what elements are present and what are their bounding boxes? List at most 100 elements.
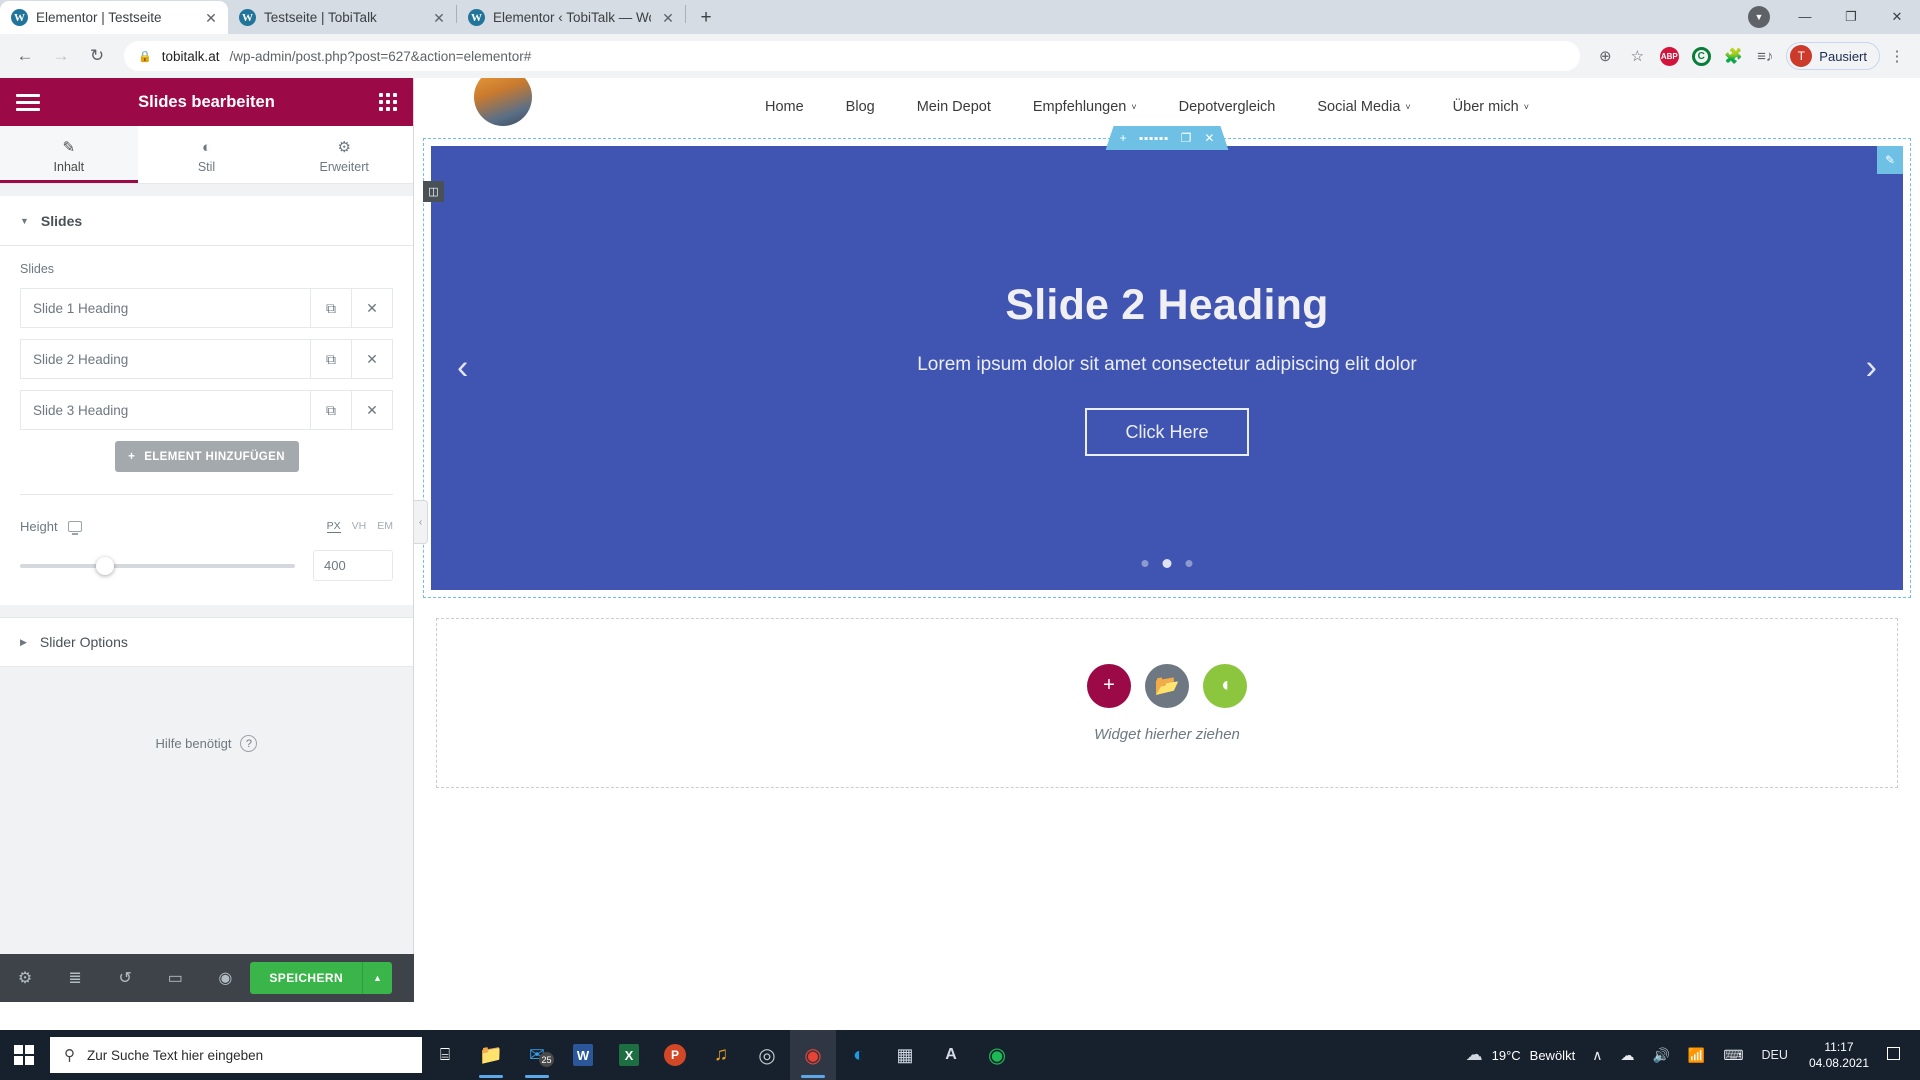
height-slider[interactable] bbox=[20, 556, 295, 575]
slide-title[interactable]: Slide 1 Heading bbox=[21, 289, 310, 327]
unit-px[interactable]: PX bbox=[326, 520, 341, 533]
save-options-icon[interactable]: ▲ bbox=[362, 962, 393, 994]
taskbar-word[interactable]: W bbox=[560, 1030, 606, 1080]
slide-cta-button[interactable]: Click Here bbox=[1085, 407, 1249, 456]
preview-icon[interactable]: ◉ bbox=[200, 954, 250, 1002]
slide-row-2[interactable]: Slide 2 Heading ⧉ ✕ bbox=[20, 339, 393, 379]
add-item-button[interactable]: + ELEMENT HINZUFÜGEN bbox=[114, 441, 299, 472]
browser-menu-icon[interactable]: ⋮ bbox=[1882, 41, 1912, 71]
hamburger-icon[interactable] bbox=[16, 93, 40, 111]
notifications-icon[interactable] bbox=[1881, 1046, 1914, 1064]
remove-icon[interactable]: ✕ bbox=[351, 340, 392, 378]
slider-dot-1[interactable] bbox=[1141, 560, 1149, 567]
column-handle-icon[interactable]: ◫ bbox=[423, 181, 444, 202]
taskbar-powerpoint[interactable]: P bbox=[652, 1030, 698, 1080]
slide-row-3[interactable]: Slide 3 Heading ⧉ ✕ bbox=[20, 390, 393, 430]
nav-item-ueber-mich[interactable]: Über mich ˅ bbox=[1453, 99, 1529, 115]
taskbar-mail[interactable]: ✉ 25 bbox=[514, 1030, 560, 1080]
help-row[interactable]: Hilfe benötigt ? bbox=[0, 735, 413, 752]
duplicate-icon[interactable]: ⧉ bbox=[310, 340, 351, 378]
slide-row-1[interactable]: Slide 1 Heading ⧉ ✕ bbox=[20, 288, 393, 328]
slider-dot-3[interactable] bbox=[1185, 560, 1193, 567]
widget-dropzone[interactable]: + 📂 ◖ Widget hierher ziehen bbox=[436, 618, 1898, 788]
weather-widget[interactable]: ☁ 19°C Bewölkt bbox=[1452, 1045, 1584, 1065]
add-template-button[interactable]: 📂 bbox=[1145, 663, 1189, 708]
slider-prev-arrow[interactable]: ‹ bbox=[457, 349, 468, 388]
unit-em[interactable]: EM bbox=[377, 520, 393, 533]
taskbar-audacity[interactable]: ♫ bbox=[698, 1030, 744, 1080]
close-tab-icon[interactable]: ✕ bbox=[430, 9, 448, 27]
tab-erweitert[interactable]: ⚙ Erweitert bbox=[275, 126, 413, 183]
browser-tab-1[interactable]: W Elementor | Testseite ✕ bbox=[0, 1, 228, 34]
unit-vh[interactable]: VH bbox=[352, 520, 367, 533]
desktop-icon[interactable] bbox=[67, 521, 82, 535]
add-section-icon[interactable]: + bbox=[1120, 131, 1127, 145]
taskbar-chrome[interactable]: ◉ bbox=[790, 1030, 836, 1080]
start-button[interactable] bbox=[0, 1030, 48, 1080]
slider-next-arrow[interactable]: › bbox=[1866, 349, 1877, 388]
network-icon[interactable]: 📶 bbox=[1679, 1030, 1714, 1080]
browser-tab-3[interactable]: W Elementor ‹ TobiTalk — WordPre ✕ bbox=[457, 1, 685, 34]
zoom-icon[interactable]: ⊕ bbox=[1590, 41, 1620, 71]
slide-title[interactable]: Slide 3 Heading bbox=[21, 391, 310, 429]
task-view-button[interactable]: ⌸ bbox=[422, 1030, 468, 1080]
edit-widget-icon[interactable]: ✎ bbox=[1877, 146, 1903, 174]
adblock-extension-icon[interactable]: ABP bbox=[1654, 41, 1684, 71]
volume-icon[interactable]: 🔊 bbox=[1643, 1030, 1678, 1080]
ghostery-extension-icon[interactable]: C bbox=[1686, 41, 1716, 71]
height-input[interactable]: 400 bbox=[313, 550, 393, 581]
history-icon[interactable]: ↺ bbox=[100, 954, 150, 1002]
new-tab-button[interactable]: + bbox=[692, 3, 720, 31]
browser-tab-2[interactable]: W Testseite | TobiTalk ✕ bbox=[228, 1, 456, 34]
taskbar-search[interactable]: ⚲ Zur Suche Text hier eingeben bbox=[50, 1037, 422, 1073]
duplicate-icon[interactable]: ⧉ bbox=[310, 289, 351, 327]
nav-item-mein-depot[interactable]: Mein Depot bbox=[917, 99, 991, 115]
language-indicator[interactable]: DEU bbox=[1753, 1030, 1797, 1080]
navigator-icon[interactable]: ≣ bbox=[50, 954, 100, 1002]
close-tab-icon[interactable]: ✕ bbox=[202, 9, 220, 27]
taskbar-obs[interactable]: ◎ bbox=[744, 1030, 790, 1080]
nav-item-depotvergleich[interactable]: Depotvergleich bbox=[1179, 99, 1276, 115]
profile-chip[interactable]: T Pausiert bbox=[1786, 42, 1880, 70]
save-button[interactable]: SPEICHERN bbox=[250, 962, 363, 994]
slide-title[interactable]: Slide 2 Heading bbox=[21, 340, 310, 378]
add-section-button[interactable]: + bbox=[1087, 663, 1131, 708]
tab-stil[interactable]: ◐ Stil bbox=[138, 126, 276, 183]
slider-dot-2[interactable] bbox=[1162, 559, 1172, 568]
site-logo[interactable] bbox=[474, 78, 532, 126]
tab-inhalt[interactable]: ✎ Inhalt bbox=[0, 126, 138, 183]
duplicate-icon[interactable]: ⧉ bbox=[310, 391, 351, 429]
settings-icon[interactable]: ⚙ bbox=[0, 954, 50, 1002]
nav-item-blog[interactable]: Blog bbox=[846, 99, 875, 115]
forward-button[interactable]: → bbox=[44, 39, 78, 73]
reading-list-icon[interactable]: ≡♪ bbox=[1750, 41, 1780, 71]
taskbar-file-explorer[interactable]: 📁 bbox=[468, 1030, 514, 1080]
remove-icon[interactable]: ✕ bbox=[351, 391, 392, 429]
bookmark-star-icon[interactable]: ☆ bbox=[1622, 41, 1652, 71]
nav-item-home[interactable]: Home bbox=[765, 99, 804, 115]
drag-handle-icon[interactable] bbox=[1140, 137, 1168, 140]
question-mark-icon[interactable]: ? bbox=[240, 735, 258, 752]
nav-item-social-media[interactable]: Social Media ˅ bbox=[1317, 99, 1410, 115]
back-button[interactable]: ← bbox=[8, 39, 42, 73]
clock[interactable]: 11:17 04.08.2021 bbox=[1797, 1039, 1881, 1071]
responsive-mode-icon[interactable]: ▭ bbox=[150, 954, 200, 1002]
add-green-button[interactable]: ◖ bbox=[1203, 663, 1247, 708]
download-indicator-icon[interactable]: ▼ bbox=[1748, 5, 1770, 28]
minimize-button[interactable]: — bbox=[1782, 0, 1828, 33]
taskbar-edge[interactable]: ◐ bbox=[836, 1030, 882, 1080]
taskbar-spotify[interactable]: ◉ bbox=[974, 1030, 1020, 1080]
taskbar-excel[interactable]: X bbox=[606, 1030, 652, 1080]
taskbar-acrobat[interactable]: A bbox=[928, 1030, 974, 1080]
address-bar[interactable]: 🔒 tobitalk.at/wp-admin/post.php?post=627… bbox=[124, 41, 1581, 71]
taskbar-affinity[interactable]: ▦ bbox=[882, 1030, 928, 1080]
extensions-puzzle-icon[interactable]: 🧩 bbox=[1718, 41, 1748, 71]
remove-icon[interactable]: ✕ bbox=[351, 289, 392, 327]
close-tab-icon[interactable]: ✕ bbox=[659, 9, 677, 27]
close-window-button[interactable]: ✕ bbox=[1874, 0, 1920, 33]
widgets-grid-icon[interactable] bbox=[379, 93, 397, 111]
maximize-button[interactable]: ❐ bbox=[1828, 0, 1874, 33]
reload-button[interactable]: ↻ bbox=[80, 39, 114, 73]
keyboard-icon[interactable]: ⌨ bbox=[1714, 1030, 1752, 1080]
duplicate-section-icon[interactable]: ❐ bbox=[1181, 131, 1192, 145]
